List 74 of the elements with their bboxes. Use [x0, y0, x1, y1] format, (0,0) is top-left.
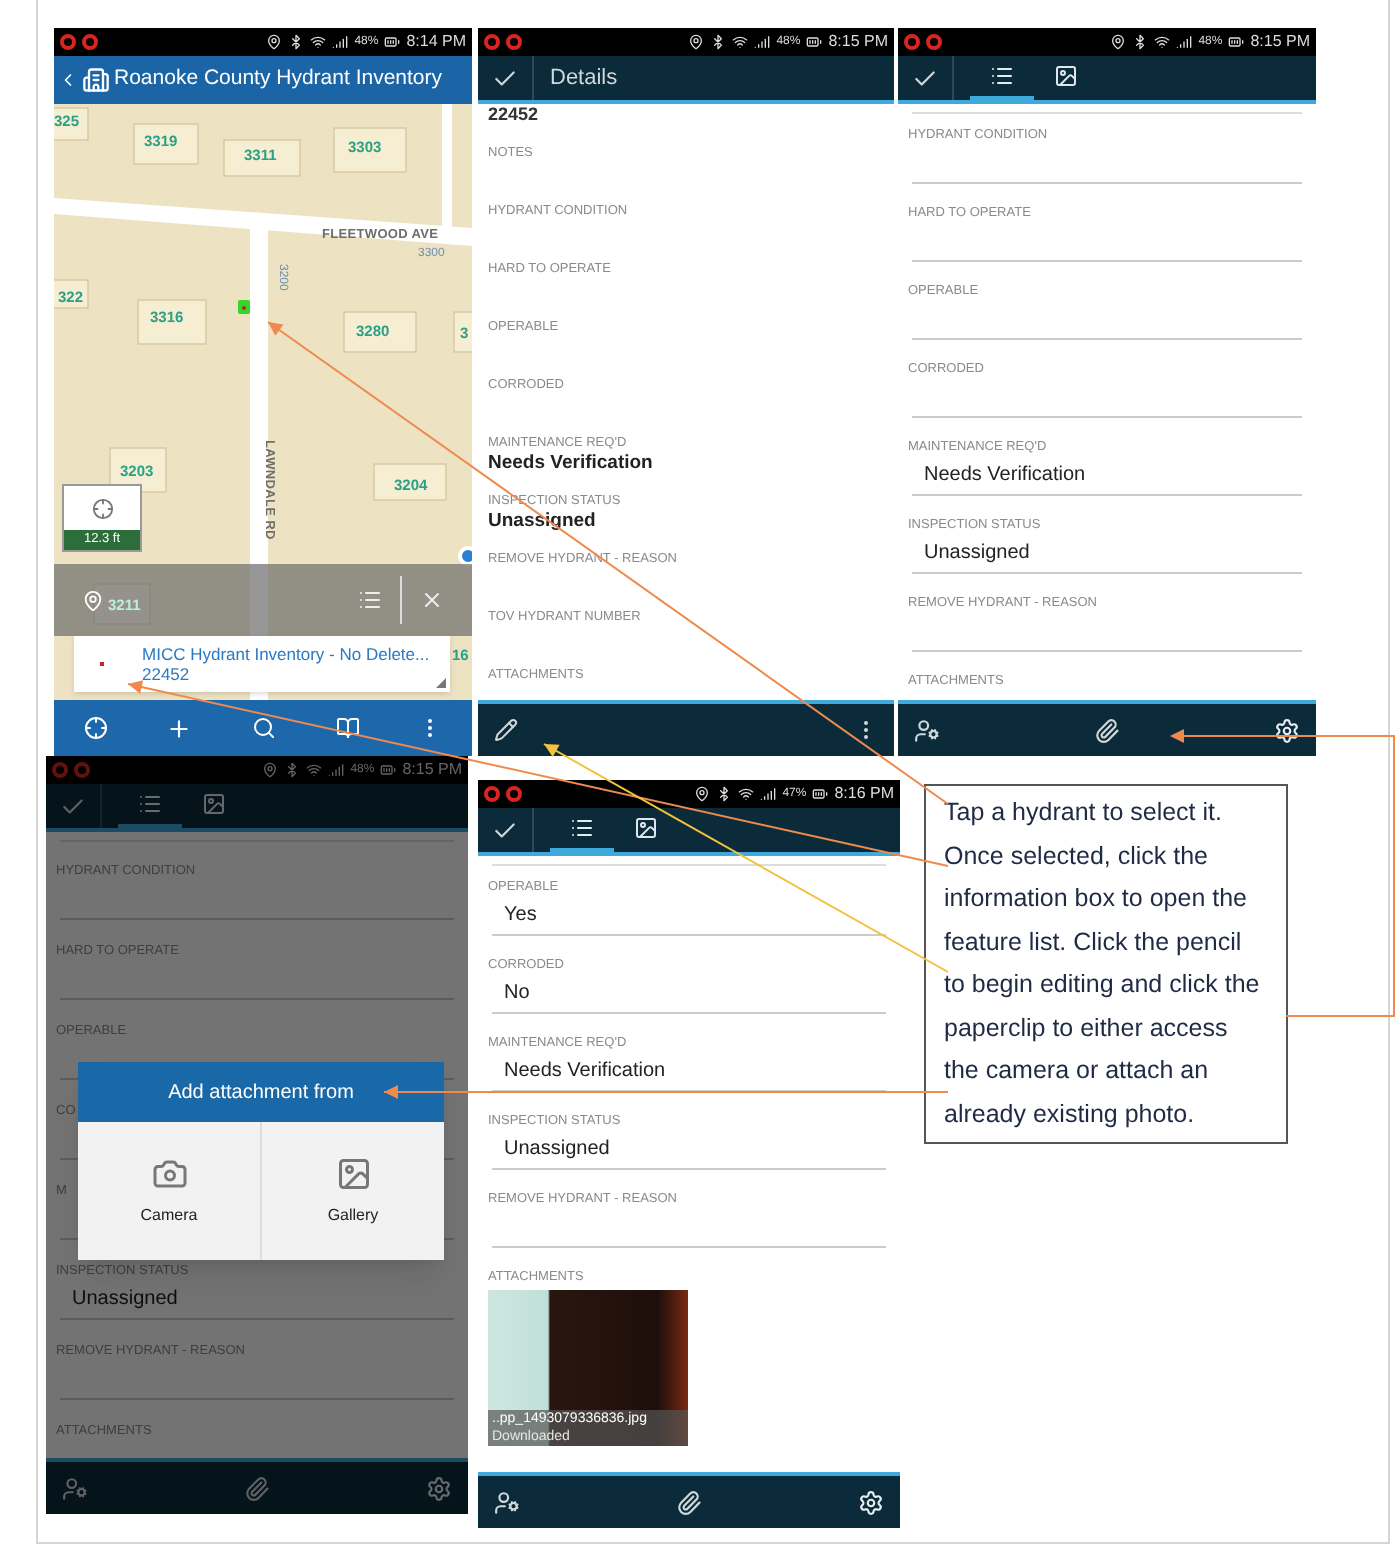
- battery-icon: [812, 786, 829, 802]
- wifi-icon: [738, 786, 755, 802]
- battery-icon: [806, 34, 823, 50]
- feature-popup[interactable]: MICC Hydrant Inventory - No Delete... 22452: [74, 636, 450, 692]
- image-icon: [335, 1155, 371, 1191]
- bluetooth-icon: [284, 762, 301, 778]
- location-icon: [694, 786, 711, 802]
- wifi-icon: [732, 34, 749, 50]
- input-field[interactable]: Unassigned: [912, 534, 1302, 574]
- signal-icon: [332, 34, 349, 50]
- wifi-icon: [1154, 34, 1171, 50]
- clock-time: 8:14 PM: [406, 34, 466, 50]
- signal-icon: [754, 34, 771, 50]
- image-icon: [634, 816, 658, 840]
- clock-time: 8:15 PM: [1250, 34, 1310, 50]
- signal-icon: [328, 762, 345, 778]
- clock-time: 8:16 PM: [834, 786, 894, 802]
- settings-icon[interactable]: [1274, 717, 1300, 743]
- wifi-icon: [310, 34, 327, 50]
- close-icon[interactable]: [420, 588, 444, 612]
- check-icon: [492, 817, 518, 843]
- pencil-icon[interactable]: [494, 718, 518, 742]
- check-icon: [60, 793, 86, 819]
- locate-icon[interactable]: [91, 497, 113, 519]
- record-id: 22452: [488, 104, 541, 128]
- input-field[interactable]: No: [492, 974, 886, 1014]
- bluetooth-icon: [710, 34, 727, 50]
- clock-time: 8:15 PM: [828, 34, 888, 50]
- callout-text: Tap a hydrant to select it. Once selected, click the information box to open the feature list. Click the pencil to begin editing and click the paperclip to either access the camera or attach an already existing photo.: [944, 796, 1262, 1132]
- hydrant-marker-icon[interactable]: [238, 300, 250, 314]
- building-icon: [82, 66, 110, 94]
- popup-title: MICC Hydrant Inventory - No Delete...: [142, 644, 430, 664]
- input-field[interactable]: Unassigned: [60, 1280, 454, 1320]
- location-icon: [262, 762, 279, 778]
- check-icon: [912, 65, 938, 91]
- resize-corner-icon: [436, 678, 446, 688]
- book-icon[interactable]: [335, 716, 360, 740]
- header-title: Roanoke County Hydrant Inventory: [114, 64, 443, 95]
- clock-time: 8:15 PM: [402, 762, 462, 778]
- signal-icon: [1176, 34, 1193, 50]
- settings-icon[interactable]: [858, 1489, 884, 1515]
- battery-icon: [1228, 34, 1245, 50]
- location-icon: [688, 34, 705, 50]
- paperclip-icon[interactable]: [676, 1489, 702, 1515]
- header-title: Details: [550, 63, 618, 94]
- option-button[interactable]: Camera: [78, 1122, 260, 1260]
- image-icon: [202, 792, 226, 816]
- paperclip-icon[interactable]: [1094, 717, 1120, 743]
- battery-icon: [384, 34, 401, 50]
- battery-icon: [380, 762, 397, 778]
- bluetooth-icon: [1132, 34, 1149, 50]
- input-field[interactable]: Yes: [492, 896, 886, 936]
- input-field[interactable]: Unassigned: [492, 1130, 886, 1170]
- person-gear-icon[interactable]: [494, 1489, 520, 1515]
- signal-icon: [760, 786, 777, 802]
- popup-subtitle: 22452: [142, 664, 192, 684]
- wifi-icon: [306, 762, 323, 778]
- bluetooth-icon: [716, 786, 733, 802]
- pin-icon: [82, 589, 104, 611]
- dialog-title: Add attachment from: [78, 1062, 444, 1122]
- bluetooth-icon: [288, 34, 305, 50]
- image-icon: [1054, 64, 1078, 88]
- location-icon: [266, 34, 283, 50]
- paperclip-icon[interactable]: [244, 1475, 270, 1501]
- field-value: Needs Verification: [488, 452, 655, 476]
- plus-icon[interactable]: [166, 715, 193, 741]
- option-button[interactable]: Gallery: [260, 1122, 444, 1260]
- check-icon: [492, 65, 518, 91]
- input-field[interactable]: Needs Verification: [492, 1052, 886, 1092]
- input-field[interactable]: Needs Verification: [912, 456, 1302, 496]
- search-icon[interactable]: [251, 716, 276, 740]
- camera-icon: [151, 1155, 187, 1191]
- location-icon: [1110, 34, 1127, 50]
- person-gear-icon[interactable]: [914, 717, 940, 743]
